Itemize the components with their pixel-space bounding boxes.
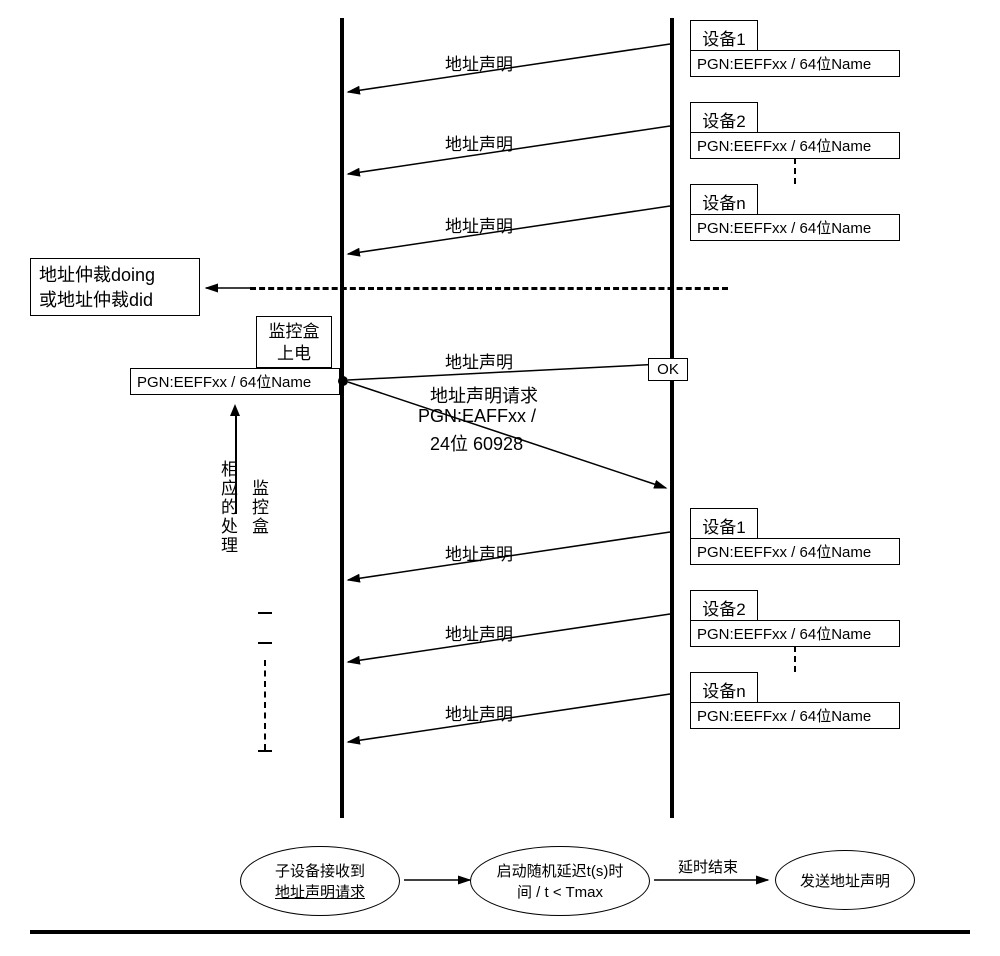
- claim-label-1: 地址声明: [445, 50, 513, 75]
- device-gap-dash-bot: [794, 646, 796, 672]
- flow-step1: 子设备接收到 地址声明请求: [240, 846, 400, 916]
- flow-step2: 启动随机延迟t(s)时 间 / t < Tmax: [470, 846, 650, 916]
- claim-label-2: 地址声明: [445, 130, 513, 155]
- flow-step2-l2: 间 / t < Tmax: [517, 881, 603, 902]
- flow-step2-l1: 启动随机延迟t(s)时: [497, 860, 624, 881]
- dashed-divider: [250, 287, 728, 290]
- flow-step3-label: 发送地址声明: [800, 870, 890, 891]
- device1-bot-detail: PGN:EEFFxx / 64位Name: [690, 538, 900, 565]
- flow-step1-l1: 子设备接收到: [275, 860, 365, 881]
- monitor-line2: 上电: [277, 344, 311, 363]
- flow-step1-l2: 地址声明请求: [275, 881, 365, 902]
- claim-request-l3: 24位 60928: [430, 430, 523, 456]
- claim-label-5: 地址声明: [445, 620, 513, 645]
- bottom-line: [30, 930, 970, 934]
- device1-top-detail: PGN:EEFFxx / 64位Name: [690, 50, 900, 77]
- flow-step3: 发送地址声明: [775, 850, 915, 910]
- v-annot-col2: 监控盒: [246, 479, 271, 536]
- devicen-top-detail: PGN:EEFFxx / 64位Name: [690, 214, 900, 241]
- monitor-line1: 监控盒: [269, 322, 320, 341]
- right-lifeline: [670, 18, 674, 818]
- devicen-bot-detail: PGN:EEFFxx / 64位Name: [690, 702, 900, 729]
- claim-label-6: 地址声明: [445, 700, 513, 725]
- origin-dot: [338, 376, 348, 386]
- claim-out-label: 地址声明: [445, 348, 513, 373]
- monitor-box: 监控盒 上电: [256, 316, 332, 368]
- arbitration-line2: 或地址仲裁did: [39, 290, 153, 310]
- v-annot-arrow: [230, 404, 240, 416]
- v-annot-col1: 相应的处理: [215, 460, 240, 555]
- tick3: [258, 750, 272, 752]
- left-lifeline: [340, 18, 344, 818]
- tick1: [258, 612, 272, 614]
- device2-top-detail: PGN:EEFFxx / 64位Name: [690, 132, 900, 159]
- claim-request-l2: PGN:EAFFxx /: [418, 406, 536, 427]
- monitor-detail: PGN:EEFFxx / 64位Name: [130, 368, 340, 395]
- device-gap-dash-top: [794, 158, 796, 184]
- ok-box: OK: [648, 358, 688, 381]
- tick2: [258, 642, 272, 644]
- arbitration-box: 地址仲裁doing 或地址仲裁did: [30, 258, 200, 316]
- flow-arrow-1: [400, 872, 480, 892]
- claim-request-l1: 地址声明请求: [430, 382, 538, 408]
- claim-label-3: 地址声明: [445, 212, 513, 237]
- arbitration-line1: 地址仲裁doing: [39, 265, 155, 285]
- vertical-annotation: 相应的处理 监控盒: [215, 460, 271, 555]
- v-annot-dash: [264, 660, 266, 750]
- claim-label-4: 地址声明: [445, 540, 513, 565]
- flow-connector: 延时结束: [678, 856, 738, 877]
- device2-bot-detail: PGN:EEFFxx / 64位Name: [690, 620, 900, 647]
- arrow-into-arbitration: [200, 280, 260, 300]
